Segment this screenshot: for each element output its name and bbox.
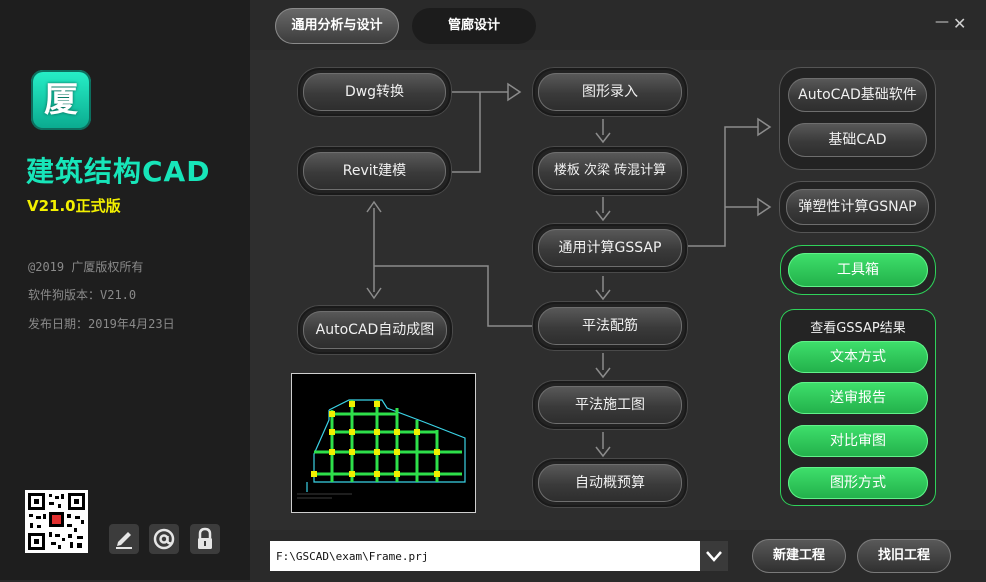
qr-code-icon — [25, 490, 88, 553]
compare-review-button[interactable]: 对比审图 — [788, 425, 928, 457]
dwg-convert-button[interactable]: Dwg转换 — [303, 73, 446, 111]
app-title: 建筑结构CAD — [26, 155, 211, 188]
autocad-base-button[interactable]: AutoCAD基础软件 — [788, 78, 927, 112]
graph-input-button[interactable]: 图形录入 — [538, 73, 682, 111]
open-project-button[interactable]: 找旧工程 — [857, 539, 951, 573]
new-project-button[interactable]: 新建工程 — [752, 539, 846, 573]
edit-button[interactable] — [109, 524, 139, 554]
budget-node: 自动概预算 — [532, 458, 688, 508]
copyright-text: @2019 广厦版权所有 — [28, 260, 144, 274]
structure-plan-icon — [297, 399, 466, 499]
app-logo: 厦 — [31, 70, 91, 130]
close-icon[interactable]: ✕ — [953, 14, 969, 34]
review-report-button[interactable]: 送审报告 — [788, 382, 928, 414]
slab-calc-node: 楼板 次梁 砖混计算 — [532, 146, 688, 196]
text-mode-button[interactable]: 文本方式 — [788, 341, 928, 373]
gssap-node: 通用计算GSSAP — [532, 223, 688, 273]
minimize-icon[interactable]: — — [935, 14, 951, 34]
results-title: 查看GSSAP结果 — [810, 321, 906, 336]
autocad-draw-node: AutoCAD自动成图 — [297, 305, 453, 355]
tab-pipe-gallery[interactable]: 管廊设计 — [412, 8, 536, 44]
toolbox-group: 工具箱 — [780, 245, 936, 295]
slab-beam-masonry-calc-button[interactable]: 楼板 次梁 砖混计算 — [538, 152, 682, 190]
logo-icon: 厦 — [44, 80, 78, 120]
gsnap-calc-button[interactable]: 弹塑性计算GSNAP — [786, 189, 929, 225]
gssap-results-group: 查看GSSAP结果 文本方式 送审报告 对比审图 图形方式 — [780, 309, 936, 506]
chevron-down-icon[interactable] — [700, 541, 728, 571]
base-cad-button[interactable]: 基础CAD — [788, 123, 927, 157]
rebar-design-button[interactable]: 平法配筋 — [538, 307, 682, 345]
email-button[interactable] — [149, 524, 179, 554]
construction-drawing-button[interactable]: 平法施工图 — [538, 386, 682, 424]
revit-model-button[interactable]: Revit建模 — [303, 152, 446, 190]
sidebar: 厦 建筑结构CAD V21.0正式版 @2019 广厦版权所有 软件狗版本：V2… — [0, 0, 250, 580]
foundation-group: AutoCAD基础软件 基础CAD — [779, 67, 936, 170]
gssap-calc-button[interactable]: 通用计算GSSAP — [538, 229, 682, 267]
lock-icon — [198, 527, 212, 549]
auto-budget-button[interactable]: 自动概预算 — [538, 464, 682, 502]
project-path-input[interactable] — [270, 541, 700, 571]
revit-node: Revit建模 — [297, 146, 452, 196]
pencil-icon — [116, 532, 132, 549]
graphic-mode-button[interactable]: 图形方式 — [788, 467, 928, 499]
drawing-node: 平法施工图 — [532, 380, 688, 430]
app-window: 厦 建筑结构CAD V21.0正式版 @2019 广厦版权所有 软件狗版本：V2… — [0, 0, 986, 580]
app-version: V21.0正式版 — [27, 197, 121, 215]
dwg-convert-node: Dwg转换 — [297, 67, 452, 117]
at-icon — [153, 528, 175, 550]
tab-general-analysis[interactable]: 通用分析与设计 — [275, 8, 399, 44]
lock-button[interactable] — [190, 524, 220, 554]
structure-preview — [292, 374, 475, 512]
autocad-auto-draw-button[interactable]: AutoCAD自动成图 — [303, 311, 447, 349]
rebar-node: 平法配筋 — [532, 301, 688, 351]
dog-version-text: 软件狗版本：V21.0 — [28, 288, 137, 302]
release-date-text: 发布日期：2019年4月23日 — [28, 317, 175, 331]
graph-input-node: 图形录入 — [532, 67, 688, 117]
toolbox-button[interactable]: 工具箱 — [788, 253, 928, 287]
gsnap-group: 弹塑性计算GSNAP — [779, 181, 936, 233]
